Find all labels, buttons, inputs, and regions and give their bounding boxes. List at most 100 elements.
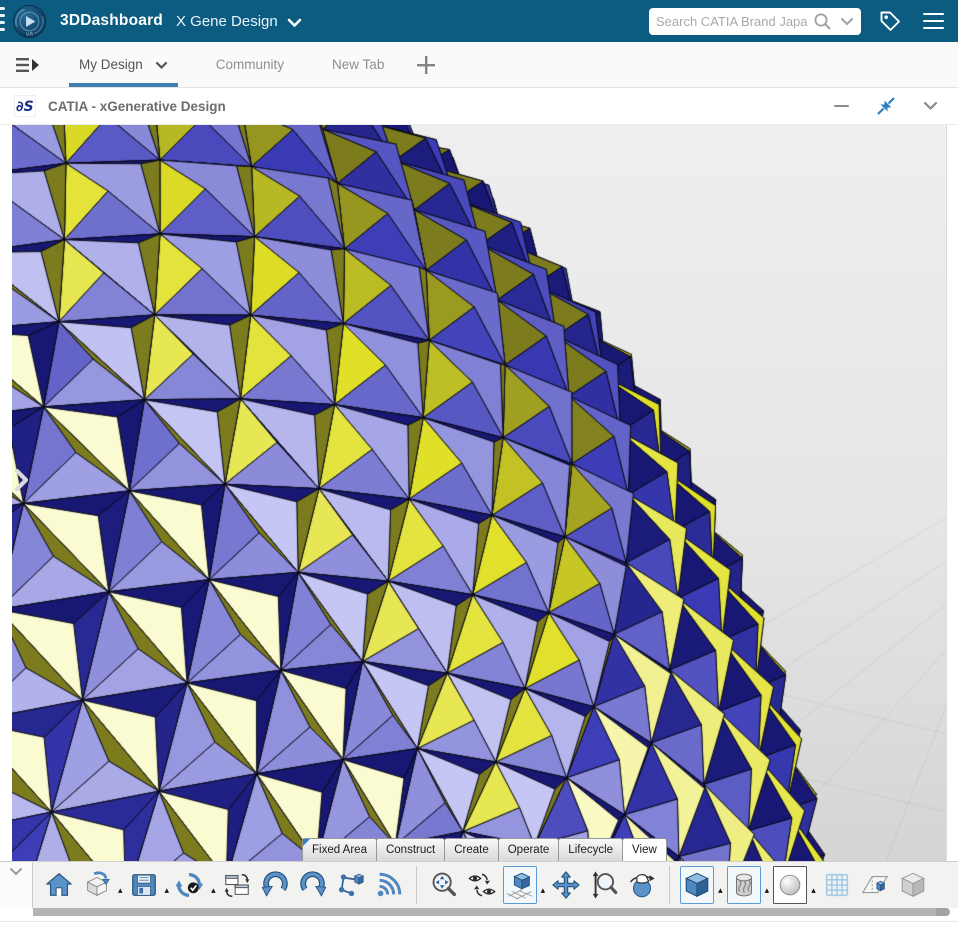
menu-icon[interactable] (923, 12, 944, 30)
design-graph-button[interactable] (334, 866, 368, 904)
logo-caption: V.R (26, 31, 34, 36)
home-icon (46, 873, 72, 896)
vtab-operate[interactable]: Operate (497, 838, 560, 861)
shaded-cube-icon (685, 872, 710, 898)
environment-sphere-icon (779, 874, 801, 896)
toolbar-separator (415, 866, 417, 904)
search-box[interactable] (649, 7, 861, 35)
chevron-down-icon (10, 868, 22, 876)
dropdown-arrow-icon[interactable]: ▴ (118, 886, 123, 896)
undo-button[interactable] (258, 866, 292, 904)
dropdown-arrow-icon[interactable]: ▴ (811, 886, 816, 896)
add-tab-button[interactable] (416, 55, 436, 75)
dashboard-tab-bar: My Design Community New Tab (0, 42, 958, 88)
new-content-button[interactable] (80, 866, 114, 904)
textured-cylinder-icon (735, 873, 752, 897)
iso-view-cube-icon (506, 872, 532, 900)
panel-expand-chevron-icon[interactable] (13, 468, 31, 492)
search-scope-chevron-icon[interactable] (840, 17, 854, 26)
tab-my-design[interactable]: My Design (69, 42, 178, 87)
zoom-button[interactable] (587, 866, 621, 904)
grid-icon (825, 873, 848, 897)
sidebar-toggle-icon[interactable] (15, 56, 41, 74)
left-edge-menu-indicator (0, 7, 5, 31)
toolbar-scrollbar (0, 908, 958, 917)
search-input[interactable] (656, 13, 813, 29)
svg-text:∂S: ∂S (16, 99, 34, 115)
vtab-create[interactable]: Create (444, 838, 499, 861)
share-rss-icon (377, 872, 401, 897)
minimize-button[interactable] (834, 104, 849, 108)
zoom-icon (592, 871, 618, 899)
new-content-box-icon (86, 871, 110, 897)
toolbar-separator (669, 866, 671, 904)
top-header: V.R 3DDashboard X Gene Design (0, 0, 958, 42)
share-button[interactable] (372, 866, 406, 904)
app-window-titlebar: ∂S CATIA - xGenerative Design (0, 88, 958, 125)
zoom-fit-button[interactable] (427, 866, 461, 904)
look-at-button[interactable] (465, 866, 499, 904)
tab-new-tab[interactable]: New Tab (322, 42, 394, 87)
section-plane-icon (861, 876, 888, 894)
app-title[interactable]: 3DDashboard (60, 12, 163, 30)
tag-icon (880, 11, 900, 31)
dropdown-arrow-icon[interactable]: ▴ (765, 886, 770, 896)
tab-my-design-label: My Design (79, 57, 143, 72)
tag-button[interactable] (878, 9, 902, 33)
extra-cube-button[interactable] (896, 866, 930, 904)
vtab-construct[interactable]: Construct (375, 838, 446, 861)
update-sync-icon (175, 872, 204, 898)
pan-icon (552, 871, 580, 899)
materials-view-button[interactable] (726, 866, 761, 904)
swap-windows-icon (224, 873, 249, 897)
save-button[interactable] (127, 866, 161, 904)
bottom-toolbar: ▴ ▴ ▴ ▴ ▴ ▴ ▴ (0, 861, 958, 908)
dropdown-arrow-icon[interactable]: ▴ (211, 886, 216, 896)
tab-flag-icon (303, 839, 310, 846)
model-canvas[interactable] (12, 125, 946, 861)
window-more-chevron-icon[interactable] (923, 101, 938, 111)
pan-button[interactable] (549, 866, 583, 904)
search-icon[interactable] (813, 12, 832, 31)
shaded-view-button[interactable] (680, 866, 715, 904)
redo-icon (299, 871, 326, 897)
design-graph-icon (338, 873, 364, 897)
home-button[interactable] (42, 866, 76, 904)
window-title: CATIA - xGenerative Design (48, 98, 226, 114)
dropdown-arrow-icon[interactable]: ▴ (718, 886, 723, 896)
viewport-tab-strip: Fixed Area Construct Create Operate Life… (302, 838, 667, 861)
dassault-3ds-logo: ∂S (14, 95, 36, 117)
scrollbar-end-cap (936, 908, 950, 916)
plus-icon (417, 55, 436, 74)
grid-toggle-button[interactable] (820, 866, 854, 904)
vtab-view[interactable]: View (622, 838, 667, 861)
context-dropdown-chevron-icon[interactable] (287, 18, 302, 28)
section-button[interactable] (858, 866, 892, 904)
vtab-fixed-area[interactable]: Fixed Area (302, 838, 377, 861)
context-title: X Gene Design (175, 12, 278, 30)
dropdown-arrow-icon[interactable]: ▴ (165, 886, 170, 896)
toolbar-tools: ▴ ▴ ▴ ▴ ▴ ▴ ▴ (33, 862, 958, 908)
window-footer (0, 917, 958, 927)
iso-view-button[interactable] (502, 866, 537, 904)
rotate-turn-icon (630, 874, 655, 898)
dropdown-arrow-icon[interactable]: ▴ (541, 886, 546, 896)
tab-community[interactable]: Community (206, 42, 294, 87)
vtab-lifecycle[interactable]: Lifecycle (558, 838, 624, 861)
collapse-window-icon[interactable] (876, 96, 896, 116)
save-icon (131, 874, 156, 896)
undo-icon (261, 871, 288, 897)
redo-button[interactable] (296, 866, 330, 904)
compass-logo-icon[interactable]: V.R (12, 4, 47, 39)
update-button[interactable] (173, 866, 207, 904)
viewport-3d: Fixed Area Construct Create Operate Life… (0, 125, 958, 861)
scrollbar-thumb[interactable] (33, 908, 936, 916)
page: V.R 3DDashboard X Gene Design Search CAT… (0, 0, 958, 927)
toolbar-collapse-button[interactable] (0, 862, 33, 908)
rotate-button[interactable] (625, 866, 659, 904)
swap-windows-button[interactable] (220, 866, 254, 904)
tab-dropdown-chevron-icon[interactable] (155, 61, 168, 70)
zoom-fit-icon (432, 872, 456, 897)
gray-cube-icon (900, 872, 925, 898)
environment-button[interactable] (773, 866, 808, 904)
